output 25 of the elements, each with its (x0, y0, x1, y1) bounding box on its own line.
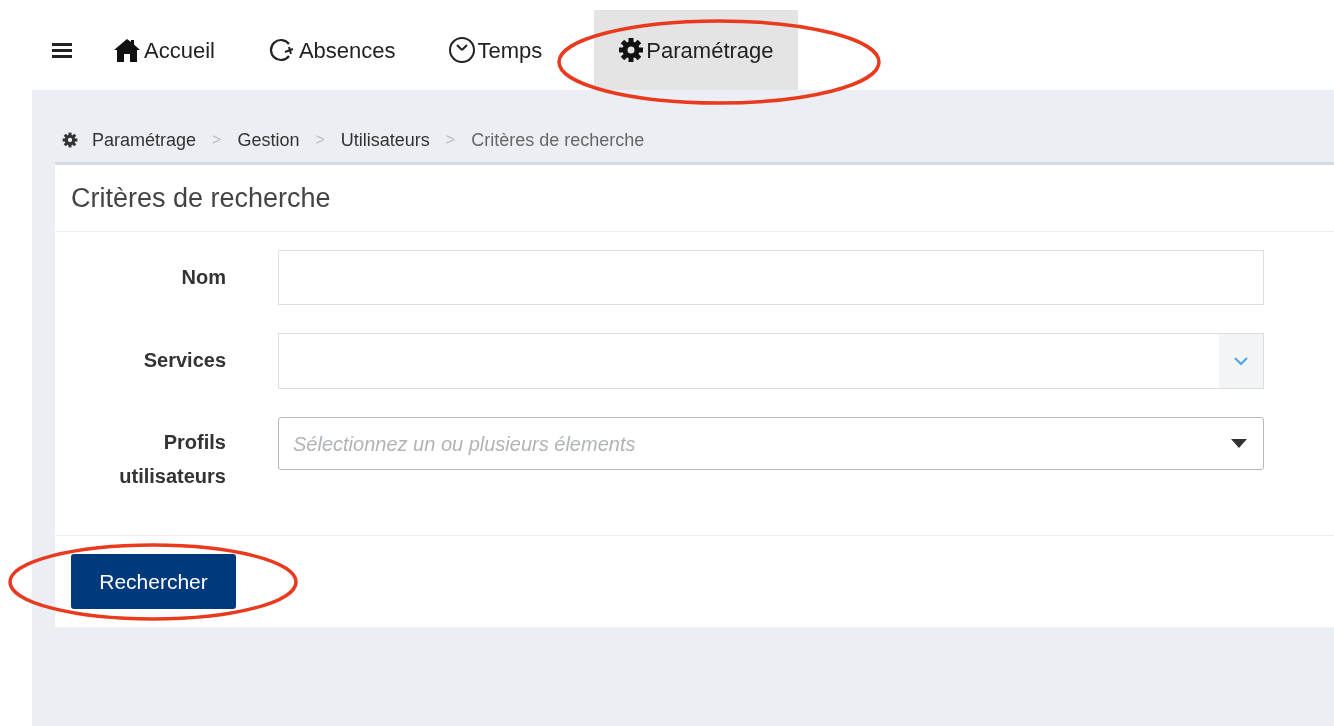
clock-icon (447, 36, 476, 64)
breadcrumb-separator: > (315, 130, 325, 150)
chevron-down-icon (1233, 356, 1249, 366)
field-label: Nom (180, 265, 226, 290)
home-icon (112, 37, 142, 63)
nav-tab[interactable]: Absences (266, 10, 448, 90)
breadcrumb-link[interactable]: Paramétrage (92, 126, 197, 154)
nav-tab[interactable]: Accueil (112, 10, 267, 90)
search-button[interactable]: Rechercher (71, 554, 236, 609)
breadcrumb-current: Critères de recherche (471, 128, 645, 152)
name-input[interactable] (278, 250, 1264, 305)
menu-icon[interactable] (52, 42, 72, 58)
breadcrumb-separator: > (212, 130, 222, 150)
breadcrumb-link[interactable]: Gestion (237, 126, 300, 154)
field-label: Services (142, 348, 226, 373)
nav-tab[interactable]: Paramétrage (594, 10, 798, 90)
breadcrumb-link[interactable]: Utilisateurs (340, 126, 430, 154)
breadcrumb-separator: > (445, 130, 456, 150)
services-dropdown[interactable] (278, 333, 1264, 389)
panel-title: Critères de recherche (55, 165, 1334, 232)
caret-down-icon (1231, 439, 1247, 448)
field-label: Profils utilisateurs (118, 430, 226, 489)
nav-tab[interactable]: Temps (447, 10, 595, 90)
gear-icon (62, 132, 78, 148)
gear-icon (618, 37, 645, 63)
